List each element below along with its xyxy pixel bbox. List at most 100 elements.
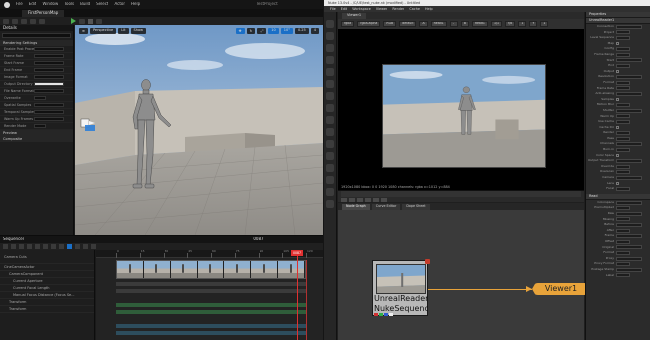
transform-move-icon[interactable]: ✥ (235, 27, 245, 34)
property-field[interactable] (616, 131, 630, 136)
viewer-control[interactable]: rgba (341, 21, 355, 27)
seq-settings-icon[interactable] (91, 244, 96, 249)
property-field[interactable] (616, 75, 642, 80)
track-focal-length[interactable]: Current Focal Length (0, 285, 94, 292)
image-tool-icon[interactable] (326, 20, 334, 28)
cinematics-icon[interactable] (39, 18, 45, 24)
save-icon[interactable] (3, 18, 9, 24)
time-tool-icon[interactable] (326, 44, 334, 52)
play-options-icon[interactable] (96, 18, 102, 24)
viewport-menu-icon[interactable]: ≡ (79, 27, 88, 34)
track-camera-component[interactable]: CameraComponent (0, 271, 94, 278)
unreal-tool-icon[interactable] (326, 200, 334, 208)
viewport-lit-button[interactable]: Lit (118, 27, 129, 34)
property-field[interactable] (616, 91, 642, 96)
draw-tool-icon[interactable] (326, 32, 334, 40)
viewer-control[interactable]: A (419, 21, 428, 27)
property-field[interactable] (616, 47, 630, 52)
seq-lock-icon[interactable] (83, 244, 88, 249)
details-row-field[interactable] (34, 89, 64, 93)
property-field[interactable] (616, 103, 630, 108)
merge-tool-icon[interactable] (326, 104, 334, 112)
property-field[interactable] (616, 206, 630, 211)
viewer-control[interactable]: RGB (383, 21, 397, 27)
property-field[interactable] (616, 153, 619, 157)
node-graph[interactable]: UnrealReader1 NukeSequence Viewer1 (338, 210, 590, 340)
property-field[interactable] (616, 159, 642, 164)
property-field[interactable] (616, 217, 630, 222)
property-field[interactable] (616, 245, 642, 250)
sequencer-ruler[interactable]: 0 15 30 45 60 75 90 105 120 (96, 250, 323, 258)
viewer-timeline[interactable] (338, 190, 584, 202)
track-transform[interactable]: Transform (0, 299, 94, 306)
track-bar[interactable] (116, 310, 306, 314)
seq-view-icon[interactable] (43, 244, 48, 249)
nk-menu-render[interactable]: Render (392, 7, 404, 11)
property-field[interactable] (616, 273, 630, 278)
property-field[interactable] (616, 170, 630, 175)
viewport-perspective-button[interactable]: Perspective (89, 27, 117, 34)
viewer-tab[interactable]: Viewer1 (342, 12, 367, 19)
sequencer-playhead[interactable] (297, 250, 298, 340)
keyer-tool-icon[interactable] (326, 92, 334, 100)
viewer-control[interactable]: rgba.alpha (357, 21, 381, 27)
nk-menu-file[interactable]: File (330, 7, 336, 11)
viewer-control[interactable]: Y (529, 21, 538, 27)
details-row-field[interactable] (34, 54, 64, 58)
track-aperture[interactable]: Current Aperture (0, 278, 94, 285)
track-camera-cuts[interactable]: Camera Cuts (0, 250, 94, 264)
details-row-field[interactable] (34, 47, 64, 51)
camera-cut-thumbnails[interactable] (116, 260, 306, 279)
channel-tool-icon[interactable] (326, 56, 334, 64)
property-field[interactable] (616, 70, 619, 74)
track-cine-camera[interactable]: CineCameraActor (0, 264, 94, 271)
property-field[interactable] (616, 119, 630, 124)
details-row-field[interactable] (34, 61, 64, 65)
prev-key-icon[interactable] (349, 198, 355, 202)
seq-save-icon[interactable] (11, 244, 16, 249)
property-field[interactable] (616, 250, 630, 255)
nk-menu-help[interactable]: Help (425, 7, 433, 11)
tab-curve-editor[interactable]: Curve Editor (371, 203, 401, 210)
track-bar[interactable] (116, 331, 306, 335)
property-field[interactable] (616, 80, 630, 85)
seq-snap-icon[interactable] (59, 244, 64, 249)
ue-menu-file[interactable]: File (16, 2, 23, 7)
property-field[interactable] (616, 256, 642, 261)
nk-menu-viewer[interactable]: Viewer (376, 7, 388, 11)
property-field[interactable] (616, 228, 630, 233)
property-field[interactable] (616, 142, 642, 147)
seq-playback-icon[interactable] (51, 244, 56, 249)
property-field[interactable] (616, 211, 642, 216)
property-field[interactable] (616, 262, 630, 267)
other-tool-icon[interactable] (326, 176, 334, 184)
tab-node-graph[interactable]: Node Graph (342, 203, 370, 210)
ue-menu-build[interactable]: Build (80, 2, 90, 7)
viewer-control[interactable]: - (449, 21, 458, 27)
property-field[interactable] (616, 86, 630, 91)
property-field[interactable] (616, 267, 642, 272)
property-field[interactable] (616, 136, 630, 141)
seq-actions-icon[interactable] (35, 244, 40, 249)
content-icon[interactable] (21, 18, 27, 24)
grid-snap-value[interactable]: 10 (268, 27, 279, 34)
property-field[interactable] (616, 234, 642, 239)
viewport-show-button[interactable]: Show (130, 27, 146, 34)
ue-menu-edit[interactable]: Edit (29, 2, 37, 7)
property-field[interactable] (616, 42, 619, 46)
tab-dope-sheet[interactable]: Dope Sheet (402, 203, 430, 210)
track-bar[interactable] (116, 303, 306, 307)
play-icon[interactable] (71, 18, 76, 24)
details-row-field[interactable] (34, 103, 64, 107)
node-connection-pipe[interactable] (428, 289, 532, 290)
rotation-snap-value[interactable]: 10° (280, 27, 293, 34)
property-field[interactable] (616, 175, 642, 180)
viewer-control[interactable]: Read1 (430, 21, 447, 27)
filter-tool-icon[interactable] (326, 80, 334, 88)
track-focus-distance[interactable]: Manual Focus Distance (Focus Se... (0, 292, 94, 299)
nk-menu-edit[interactable]: Edit (341, 7, 348, 11)
blueprint-icon[interactable] (30, 18, 36, 24)
views-tool-icon[interactable] (326, 140, 334, 148)
next-key-icon[interactable] (373, 198, 379, 202)
property-field[interactable] (616, 63, 630, 68)
